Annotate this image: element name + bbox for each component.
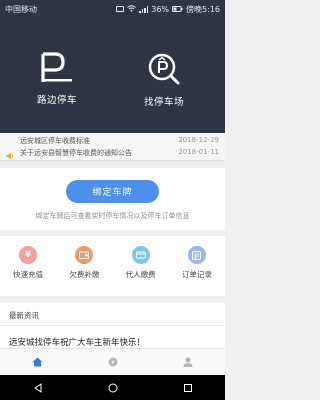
ticker-item-date: 2018-12-29	[178, 136, 219, 144]
home-icon	[32, 352, 43, 371]
pay-for-others-button[interactable]: 代人缴费	[113, 236, 169, 296]
ticker-item[interactable]: 关于远安县智慧停车收费的通知公告 2018-01-11	[20, 148, 225, 157]
bind-plate-button[interactable]: 绑定车牌	[66, 180, 159, 203]
wallet-icon	[75, 246, 94, 264]
roadside-parking-label: 路边停车	[36, 95, 77, 106]
bind-plate-card: 绑定车牌 绑定车牌后可查看实时停车情况以及停车订单信息	[0, 168, 225, 230]
ticker-item-text: 远安城区停车收费标准	[20, 137, 90, 145]
back-icon[interactable]	[33, 378, 43, 397]
quick-recharge-button[interactable]: ¥ 快速充值	[0, 236, 56, 296]
divider	[0, 325, 225, 326]
notification-icon	[116, 6, 125, 12]
news-heading: 最新资讯	[9, 311, 39, 320]
order-records-label: 订单记录	[181, 270, 212, 279]
list-icon	[187, 246, 206, 264]
tab-mine[interactable]: 我的	[150, 349, 225, 383]
tab-nearby[interactable]: 附近	[75, 349, 150, 383]
news-item[interactable]: 远安城找停车祝广大车主新年快乐！	[9, 336, 145, 348]
quick-actions: ¥ 快速充值 欠费补缴 代人缴费 订单记录	[0, 236, 225, 296]
find-parking-icon	[147, 53, 181, 90]
find-parking-lot-button[interactable]: 找停车场	[124, 52, 204, 108]
order-records-button[interactable]: 订单记录	[169, 236, 225, 296]
hero-header: 路边停车 找停车场	[0, 18, 225, 133]
roadside-parking-button[interactable]: 路边停车	[17, 52, 97, 106]
battery-icon	[172, 5, 183, 14]
tab-home[interactable]: 首页	[0, 349, 75, 383]
find-parking-lot-label: 找停车场	[143, 97, 184, 108]
pay-for-others-label: 代人缴费	[125, 270, 156, 279]
announcement-ticker[interactable]: 远安城区停车收费标准 2018-12-29 关于远安县智慧停车收费的通知公告 2…	[0, 133, 225, 161]
status-bar: 中国移动 36% 傍晚5:16	[0, 0, 225, 18]
recents-icon[interactable]	[183, 378, 193, 397]
status-icons: 36% 傍晚5:16	[116, 4, 220, 15]
news-section: 最新资讯 远安城找停车祝广大车主新年快乐！	[0, 303, 225, 348]
bottom-tab-bar: 首页 附近 我的	[0, 348, 225, 383]
ticker-item-date: 2018-01-11	[178, 148, 219, 156]
bind-plate-hint: 绑定车牌后可查看实时停车情况以及停车订单信息	[35, 212, 190, 220]
person-icon	[183, 352, 193, 371]
arrears-payment-button[interactable]: 欠费补缴	[56, 236, 112, 296]
clock: 傍晚5:16	[186, 4, 220, 14]
ticker-item-text: 关于远安县智慧停车收费的通知公告	[20, 149, 132, 157]
quick-recharge-label: 快速充值	[13, 270, 44, 279]
compass-icon	[108, 352, 118, 371]
speaker-icon	[6, 145, 14, 160]
carrier-label: 中国移动	[5, 4, 37, 14]
wifi-icon	[127, 4, 137, 14]
yuan-icon: ¥	[19, 246, 38, 264]
signal-icon	[139, 5, 149, 13]
card-icon	[131, 246, 150, 264]
parking-p-icon	[40, 52, 74, 88]
home-circle-icon[interactable]	[108, 378, 118, 397]
arrears-payment-label: 欠费补缴	[69, 270, 100, 279]
ticker-item[interactable]: 远安城区停车收费标准 2018-12-29	[20, 136, 225, 145]
battery-level: 36%	[151, 4, 170, 14]
system-nav-bar	[0, 375, 225, 400]
